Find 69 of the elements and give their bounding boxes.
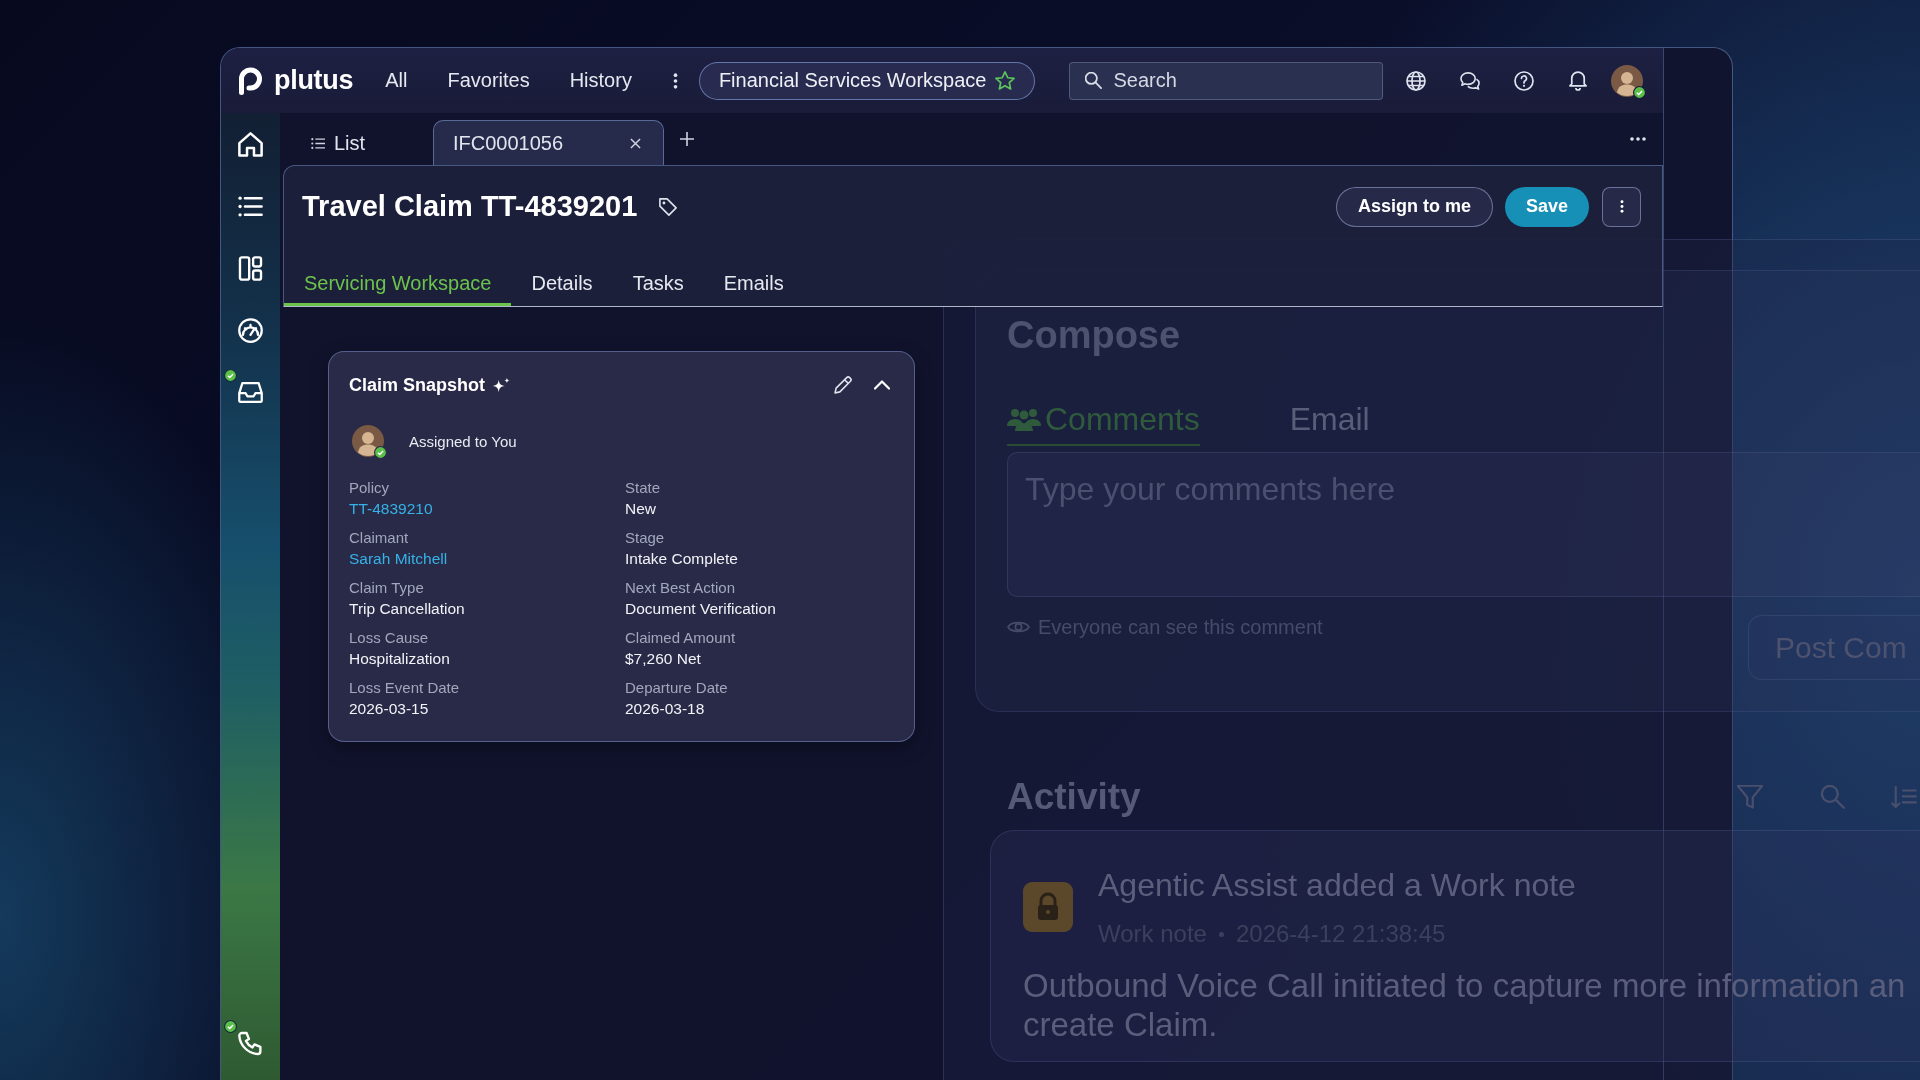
tab[interactable]: Tasks xyxy=(612,264,704,306)
field-link[interactable]: Sarah Mitchell xyxy=(349,548,448,569)
activity-entry-title: Agentic Assist added a Work note xyxy=(1098,866,1576,905)
tab[interactable]: Emails xyxy=(703,264,804,306)
assignee-label: Assigned to You xyxy=(409,432,517,450)
logo-icon xyxy=(239,66,262,95)
chat-icon[interactable] xyxy=(1460,70,1481,91)
dashboard-icon[interactable] xyxy=(238,255,263,281)
user-avatar[interactable] xyxy=(1611,64,1644,97)
field-label: Policy xyxy=(349,478,389,498)
chevron-up-icon[interactable] xyxy=(874,380,890,390)
activity-title: Activity xyxy=(1007,776,1141,818)
field-label: Loss Event Date xyxy=(349,678,460,698)
people-icon xyxy=(1007,407,1041,431)
edit-icon[interactable] xyxy=(834,376,852,394)
gauge-icon[interactable] xyxy=(238,317,263,343)
close-icon[interactable] xyxy=(630,137,641,149)
field-value: Trip Cancellation xyxy=(349,599,465,619)
field-label: Next Best Action xyxy=(625,578,736,598)
nav-menu-item[interactable]: All xyxy=(365,60,428,101)
field-label: Claim Type xyxy=(349,578,424,598)
field-value: 2026-03-15 xyxy=(349,699,429,719)
tab[interactable]: Details xyxy=(511,264,613,306)
field-label: Claimant xyxy=(349,528,409,548)
lock-icon xyxy=(1023,881,1073,932)
more-icon[interactable] xyxy=(672,71,678,90)
tag-icon[interactable] xyxy=(659,197,678,216)
card-title: Claim Snapshot xyxy=(349,374,486,396)
plus-icon[interactable] xyxy=(679,131,695,147)
bell-icon[interactable] xyxy=(1568,70,1589,91)
activity-entry-body: Outbound Voice Call initiated to capture more information an create Claim. xyxy=(1023,966,1906,1044)
field-value: New xyxy=(625,499,656,519)
user-avatar xyxy=(352,425,384,457)
tab[interactable]: List xyxy=(290,120,433,165)
field-label: Departure Date xyxy=(625,678,728,698)
field-value: $7,260 Net xyxy=(625,649,701,669)
more-icon[interactable] xyxy=(1630,137,1646,141)
field-label: Stage xyxy=(625,528,665,548)
star-icon[interactable] xyxy=(995,71,1016,90)
more-options-button[interactable] xyxy=(1602,186,1641,227)
search-field[interactable]: Search xyxy=(1069,61,1384,100)
separator-dot-icon xyxy=(1218,931,1224,937)
field-value: Document Verification xyxy=(625,599,776,619)
field-link[interactable]: TT-4839210 xyxy=(349,498,433,519)
more-icon xyxy=(1619,199,1624,214)
assign-button[interactable]: Assign to me xyxy=(1335,186,1493,227)
brand-name: plutus xyxy=(274,65,354,96)
nav-menu-item[interactable]: Favorites xyxy=(427,60,550,101)
workspace-selector[interactable]: Financial Services Workspace xyxy=(698,61,1036,100)
phone-icon[interactable] xyxy=(238,1030,263,1056)
field-label: Claimed Amount xyxy=(625,628,736,648)
field-value: Hospitalization xyxy=(349,649,450,669)
record-title: Travel Claim TT-4839201 xyxy=(302,190,638,223)
tab[interactable]: IFC0001056 xyxy=(433,120,664,165)
field-value: Intake Complete xyxy=(625,549,738,569)
save-button[interactable]: Save xyxy=(1504,186,1589,227)
globe-icon[interactable] xyxy=(1406,70,1427,91)
search-icon xyxy=(1085,71,1103,89)
inbox-icon[interactable] xyxy=(238,379,263,405)
field-label: Loss Cause xyxy=(349,628,429,648)
nav-menu-item[interactable]: History xyxy=(549,60,652,101)
sparkle-icon xyxy=(492,377,511,393)
field-label: State xyxy=(625,478,661,498)
list-icon xyxy=(311,136,325,150)
eye-icon xyxy=(1007,620,1030,634)
home-icon[interactable] xyxy=(238,131,263,157)
tab[interactable]: Servicing Workspace xyxy=(284,264,512,306)
field-value: 2026-03-18 xyxy=(625,699,705,719)
help-icon[interactable] xyxy=(1514,70,1535,91)
